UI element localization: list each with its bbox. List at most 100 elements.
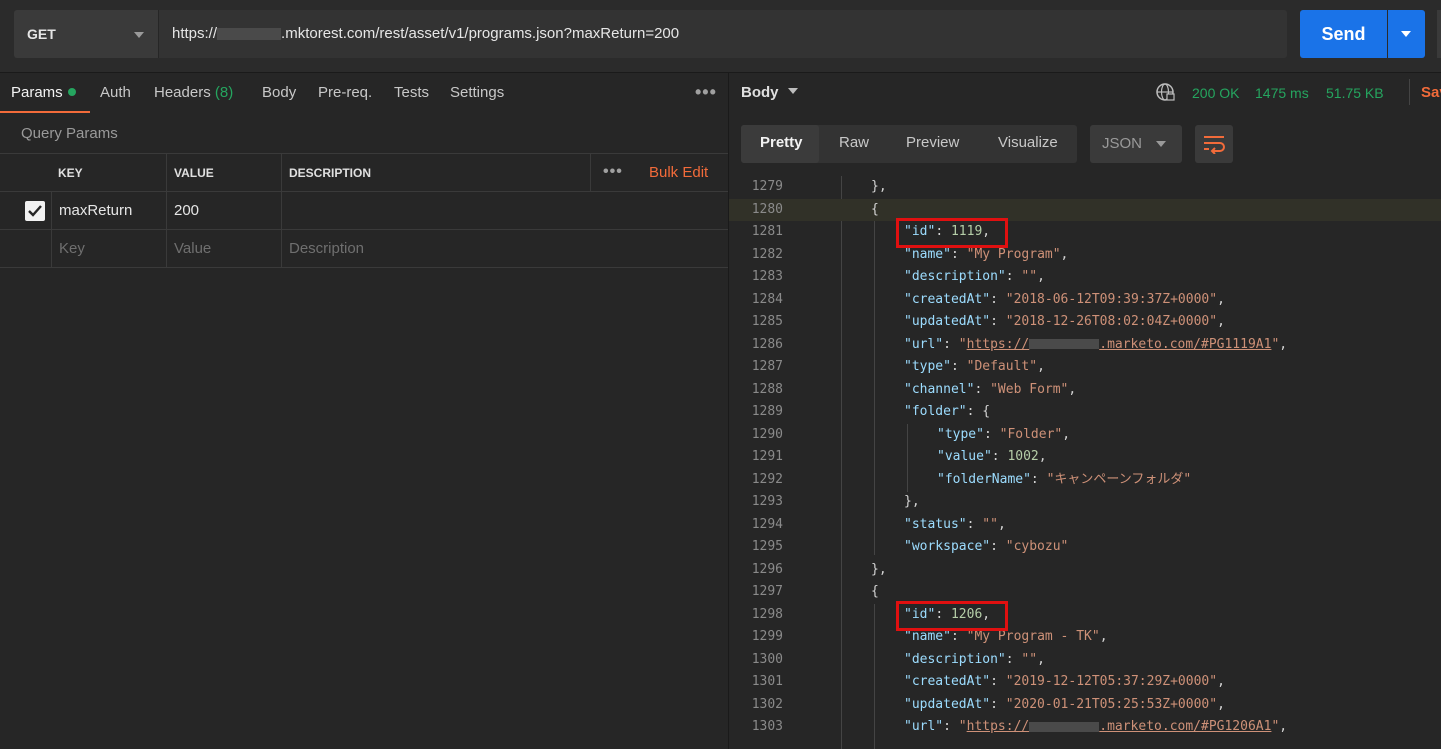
line-number: 1299	[751, 629, 783, 644]
response-body-select[interactable]: Body	[741, 84, 798, 101]
code-line: 1288 "channel": "Web Form",	[729, 379, 1441, 401]
chevron-down-icon	[1156, 141, 1166, 147]
code-line: 1282 "name": "My Program",	[729, 244, 1441, 266]
line-number: 1300	[751, 651, 783, 667]
code-line: 1301 "createdAt": "2019-12-12T05:37:29Z+0…	[729, 671, 1441, 693]
value-input[interactable]: Value	[166, 230, 281, 268]
line-number: 1293	[751, 494, 783, 509]
chevron-down-icon	[787, 88, 798, 94]
view-mode-tabs: Pretty Raw Preview Visualize	[741, 125, 1077, 163]
param-description[interactable]	[281, 192, 728, 230]
line-number: 1292	[751, 471, 783, 487]
tab-raw[interactable]: Raw	[839, 134, 869, 151]
description-header-label: DESCRIPTION	[289, 166, 372, 180]
format-select[interactable]: JSON	[1090, 125, 1182, 163]
method-select[interactable]: GET	[14, 10, 158, 58]
tab-headers[interactable]: Headers (8)	[154, 84, 233, 101]
tab-params[interactable]: Params	[11, 84, 76, 101]
response-code-view[interactable]: 1279}, 1280 {1281 "id": 1119, 1282 "name": "M…	[729, 176, 1441, 749]
active-tab-indicator	[0, 111, 90, 113]
line-number: 1290	[751, 426, 783, 442]
code-line: 1294 "status": "",	[729, 514, 1441, 536]
tab-pretty[interactable]: Pretty	[760, 134, 803, 151]
description-header: DESCRIPTION	[281, 154, 590, 192]
code-line: 1286 "url": "https://.marketo.com/#PG1119…	[729, 334, 1441, 356]
key-header: KEY	[51, 154, 166, 192]
code-text: "url": "https://.marketo.com/#PG1119A1",	[904, 336, 1288, 352]
line-number: 1282	[751, 246, 783, 262]
url-suffix: .mktorest.com/rest/asset/v1/programs.jso…	[281, 25, 680, 42]
key-input[interactable]: Key	[51, 230, 166, 268]
globe-icon[interactable]	[1155, 82, 1175, 102]
line-number: 1298	[751, 606, 783, 622]
key-header-label: KEY	[58, 166, 83, 180]
code-line: 1297 {	[729, 581, 1441, 603]
code-line: 1283 "description": "",	[729, 266, 1441, 288]
chevron-down-icon	[1401, 31, 1411, 37]
method-label: GET	[27, 26, 56, 42]
code-line: 1279},	[729, 176, 1441, 198]
save-response-button[interactable]: Save	[1421, 84, 1441, 101]
params-header-row: KEY VALUE DESCRIPTION ••• Bulk Edit	[0, 153, 728, 192]
code-line: 1292 "folderName": "キャンペーンフォルダ"	[729, 469, 1441, 491]
description-input[interactable]: Description	[281, 230, 728, 268]
headers-count-badge: (8)	[214, 84, 234, 101]
param-key[interactable]: maxReturn	[51, 192, 166, 230]
tab-tests[interactable]: Tests	[394, 84, 429, 101]
body-label: Body	[741, 84, 779, 101]
edge-panel	[1437, 10, 1441, 58]
response-pane: Body 200 OK 1475 ms 51.75 KB Save Pretty…	[729, 73, 1441, 749]
tab-auth[interactable]: Auth	[100, 84, 131, 101]
line-number: 1280	[751, 201, 783, 217]
line-number: 1289	[751, 404, 783, 419]
value-header-label: VALUE	[174, 166, 214, 180]
param-value[interactable]: 200	[166, 192, 281, 230]
code-text: "description": "",	[904, 269, 1045, 284]
wrap-lines-button[interactable]	[1195, 125, 1233, 163]
status-dot-icon	[67, 88, 76, 96]
code-text: },	[871, 561, 887, 577]
chevron-down-icon	[134, 32, 144, 38]
line-number: 1296	[751, 561, 783, 577]
code-line: 1290 "type": "Folder",	[729, 424, 1441, 446]
code-text: "type": "Folder",	[937, 426, 1071, 442]
code-line: 1280 {	[729, 198, 1441, 221]
send-button[interactable]: Send	[1300, 10, 1387, 58]
enabled-checkbox[interactable]	[25, 201, 45, 221]
tab-body[interactable]: Body	[262, 84, 296, 101]
tab-visualize[interactable]: Visualize	[998, 134, 1058, 151]
line-number: 1302	[751, 696, 783, 712]
request-bar: GET https:// .mktorest.com/rest/asset/v1/…	[0, 0, 1441, 73]
wrap-icon	[1204, 136, 1225, 154]
response-time: 1475 ms	[1255, 85, 1309, 101]
tab-prereq[interactable]: Pre-req.	[318, 84, 372, 101]
line-number: 1297	[751, 584, 783, 599]
line-number: 1301	[751, 674, 783, 689]
code-line: 1287 "type": "Default",	[729, 356, 1441, 378]
code-line: 1300 "description": "",	[729, 649, 1441, 671]
tab-preview[interactable]: Preview	[906, 134, 959, 151]
code-text: {	[871, 584, 879, 599]
more-options-icon[interactable]: •••	[603, 153, 623, 190]
format-label: JSON	[1102, 135, 1143, 152]
code-text: "createdAt": "2019-12-12T05:37:29Z+0000"…	[904, 674, 1225, 689]
more-options-icon[interactable]: •••	[695, 82, 717, 103]
line-number: 1291	[751, 449, 783, 464]
line-number: 1284	[751, 291, 783, 307]
value-header: VALUE	[166, 154, 281, 192]
id-highlight-box-1119	[896, 218, 1008, 248]
code-text: "folder": {	[904, 404, 991, 419]
code-line: 1299 "name": "My Program - TK",	[729, 626, 1441, 648]
query-params-title: Query Params	[21, 125, 118, 142]
bulk-edit-link[interactable]: Bulk Edit	[649, 154, 708, 191]
code-text: "type": "Default",	[904, 359, 1045, 374]
code-line: 1302 "updatedAt": "2020-01-21T05:25:53Z+0…	[729, 694, 1441, 716]
check-icon	[28, 205, 42, 217]
code-line: 1291 "value": 1002,	[729, 446, 1441, 468]
code-text: "status": "",	[904, 516, 1006, 532]
tab-settings[interactable]: Settings	[450, 84, 504, 101]
url-input[interactable]: https:// .mktorest.com/rest/asset/v1/prog…	[158, 10, 1287, 58]
send-options-button[interactable]	[1388, 10, 1425, 58]
code-text: {	[871, 201, 879, 217]
request-tabs: Params Auth Headers (8) Body Pre-req. Te…	[0, 73, 728, 113]
